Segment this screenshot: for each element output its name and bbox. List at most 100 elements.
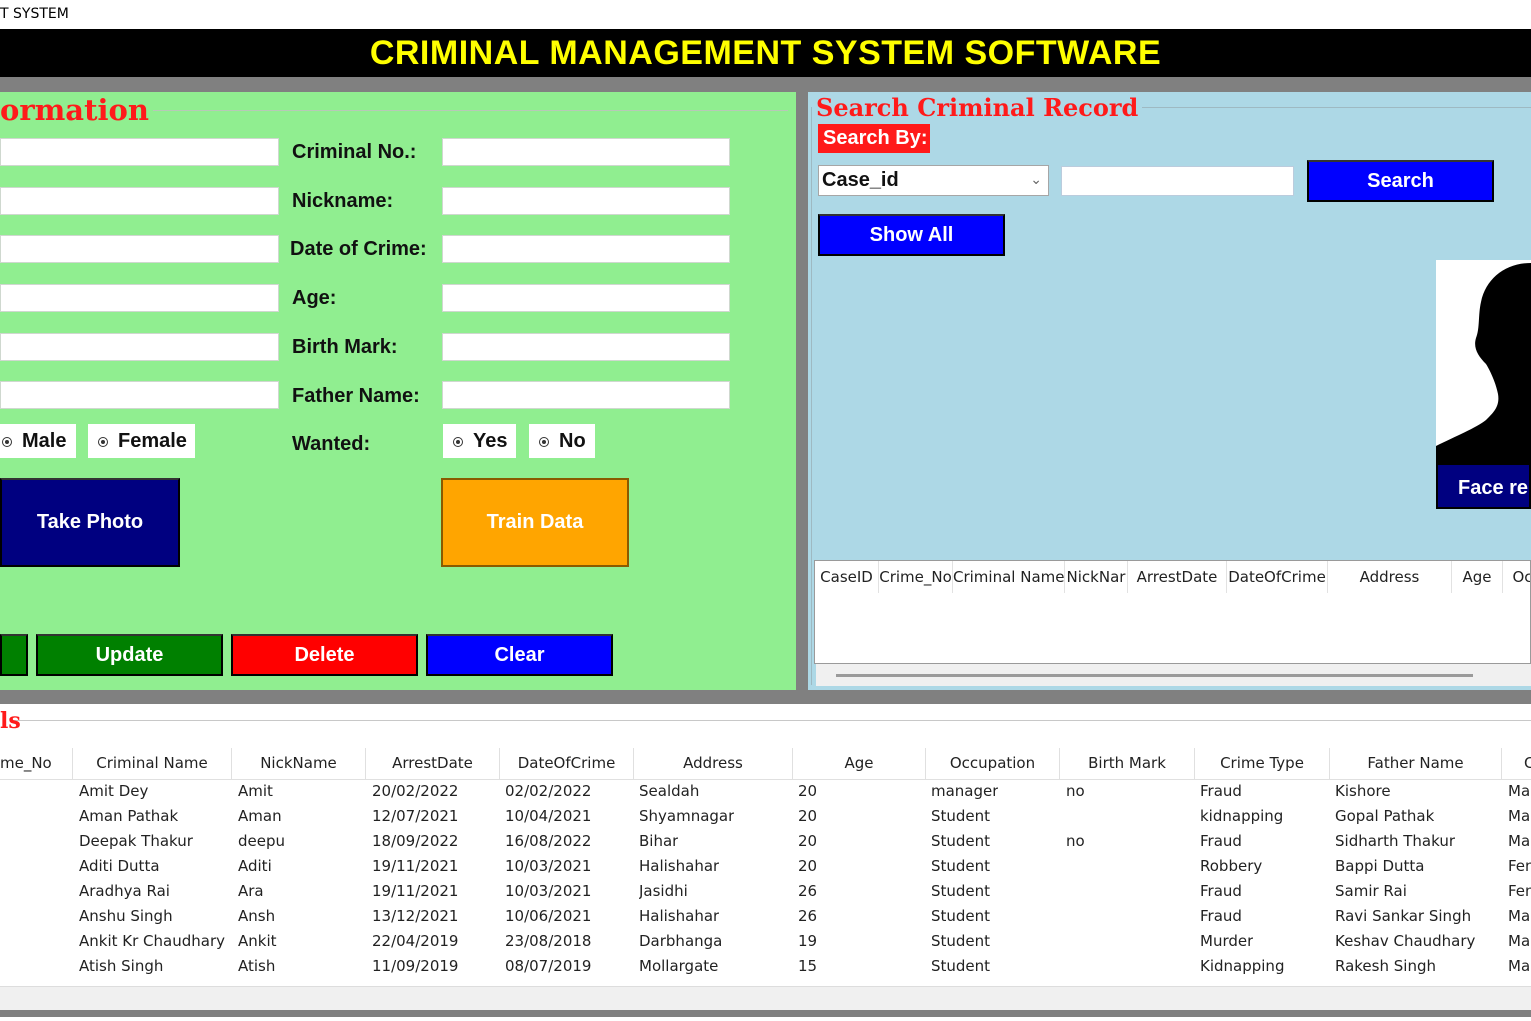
column-header[interactable]: Father Name (1330, 748, 1502, 779)
table-row[interactable]: Aman Pathak Aman 12/07/2021 10/04/2021 Shyam… (0, 804, 1531, 829)
table-cell: 02/02/2022 (505, 782, 592, 800)
table-cell: Amit Dey (79, 782, 149, 800)
table-cell: Aman Pathak (79, 807, 179, 825)
column-header[interactable]: Crime Type (1195, 748, 1330, 779)
column-header[interactable]: Age (793, 748, 926, 779)
table-cell: Student (931, 807, 991, 825)
chevron-down-icon[interactable]: ⌄ (1030, 171, 1042, 188)
table-row[interactable]: Atish Singh Atish 11/09/2019 08/07/2019 Moll… (0, 954, 1531, 979)
wanted-yes-radio[interactable]: Yes (443, 424, 516, 458)
column-header[interactable]: me_No (0, 748, 73, 779)
crime-type-input[interactable] (0, 381, 279, 409)
birth-mark-input[interactable] (442, 333, 730, 361)
table-cell: no (1066, 832, 1085, 850)
search-input[interactable] (1061, 166, 1294, 196)
table-cell: no (1066, 782, 1085, 800)
save-button[interactable] (0, 634, 28, 676)
gender-male-radio[interactable]: Male (0, 424, 76, 458)
table-cell: 10/06/2021 (505, 907, 592, 925)
age-input[interactable] (442, 284, 730, 312)
info-panel-legend: ormation (0, 92, 153, 128)
column-header[interactable]: Crime_No (879, 561, 953, 593)
column-header[interactable]: Criminal Name (953, 561, 1065, 593)
details-table-scrollbar[interactable] (0, 986, 1531, 1010)
details-panel-border (14, 720, 1531, 721)
column-header[interactable]: Oc (1503, 561, 1530, 593)
column-header[interactable]: ArrestDate (366, 748, 500, 779)
table-row[interactable]: Amit Dey Amit 20/02/2022 02/02/2022 Sealdah 2… (0, 779, 1531, 804)
table-cell: deepu (238, 832, 286, 850)
face-recognition-button[interactable]: Face re (1436, 463, 1531, 509)
table-cell: 11/09/2019 (372, 957, 459, 975)
train-data-button[interactable]: Train Data (441, 478, 629, 567)
wanted-no-radio[interactable]: No (529, 424, 595, 458)
table-cell: 10/03/2021 (505, 882, 592, 900)
search-panel-legend: Search Criminal Record (816, 92, 1143, 124)
column-header[interactable]: Criminal Name (73, 748, 232, 779)
column-header[interactable]: DateOfCrime (1227, 561, 1328, 593)
table-cell: Mal (1508, 932, 1531, 950)
table-cell: Mal (1508, 907, 1531, 925)
column-header[interactable]: Address (1328, 561, 1452, 593)
delete-button[interactable]: Delete (231, 634, 418, 676)
person-silhouette-icon (1436, 263, 1531, 470)
table-row[interactable]: Anshu Singh Ansh 13/12/2021 10/06/2021 Halis… (0, 904, 1531, 929)
column-header[interactable]: C (1502, 748, 1531, 779)
criminal-no-label: Criminal No.: (292, 141, 417, 163)
table-cell: 19/11/2021 (372, 882, 459, 900)
search-table-scrollbar[interactable] (816, 664, 1531, 686)
criminal-name-input[interactable] (0, 187, 279, 215)
table-cell: 26 (798, 907, 818, 925)
search-by-combobox[interactable]: Case_id ⌄ (818, 165, 1049, 196)
table-cell: Sealdah (639, 782, 700, 800)
table-cell: Amit (238, 782, 273, 800)
radio-indicator-icon (453, 437, 463, 447)
table-cell: manager (931, 782, 999, 800)
table-row[interactable]: Aradhya Rai Ara 19/11/2021 10/03/2021 Jasidh… (0, 879, 1531, 904)
table-cell: Student (931, 882, 991, 900)
column-header[interactable]: Age (1452, 561, 1503, 593)
occupation-input[interactable] (0, 333, 279, 361)
table-cell: Halishahar (639, 907, 720, 925)
scrollbar-thumb[interactable] (836, 674, 1473, 677)
female-label: Female (118, 430, 187, 452)
table-cell: 20 (798, 857, 818, 875)
column-header[interactable]: NickName (232, 748, 366, 779)
gender-female-radio[interactable]: Female (88, 424, 195, 458)
table-cell: Anshu Singh (79, 907, 173, 925)
table-cell: Student (931, 832, 991, 850)
arrest-date-input[interactable] (0, 235, 279, 263)
table-row[interactable]: Aditi Dutta Aditi 19/11/2021 10/03/2021 Hali… (0, 854, 1531, 879)
nickname-input[interactable] (442, 187, 730, 215)
window-title: T SYSTEM (0, 6, 69, 22)
search-results-table[interactable]: CaseID Crime_No Criminal Name NickNar Ar… (814, 560, 1531, 664)
table-cell: Atish Singh (79, 957, 164, 975)
take-photo-button[interactable]: Take Photo (0, 478, 180, 567)
column-header[interactable]: ArrestDate (1128, 561, 1227, 593)
column-header[interactable]: CaseID (815, 561, 879, 593)
date-of-crime-input[interactable] (442, 235, 730, 263)
column-header[interactable]: Address (634, 748, 793, 779)
column-header[interactable]: Birth Mark (1060, 748, 1195, 779)
table-cell: 26 (798, 882, 818, 900)
case-id-input[interactable] (0, 138, 279, 166)
birth-mark-label: Birth Mark: (292, 336, 398, 358)
column-header[interactable]: NickNar (1065, 561, 1128, 593)
date-of-crime-label: Date of Crime: (290, 238, 427, 260)
table-cell: Rakesh Singh (1335, 957, 1436, 975)
update-button[interactable]: Update (36, 634, 223, 676)
table-cell: Mal (1508, 832, 1531, 850)
table-row[interactable]: Deepak Thakur deepu 18/09/2022 16/08/2022 Bi… (0, 829, 1531, 854)
column-header[interactable]: DateOfCrime (500, 748, 634, 779)
yes-label: Yes (473, 430, 508, 452)
table-cell: Ara (238, 882, 264, 900)
clear-button[interactable]: Clear (426, 634, 613, 676)
search-button[interactable]: Search (1307, 160, 1494, 202)
show-all-button[interactable]: Show All (818, 214, 1005, 256)
address-input[interactable] (0, 284, 279, 312)
column-header[interactable]: Occupation (926, 748, 1060, 779)
criminal-no-input[interactable] (442, 138, 730, 166)
father-name-input[interactable] (442, 381, 730, 409)
table-row[interactable]: Ankit Kr Chaudhary Ankit 22/04/2019 23/08/2… (0, 929, 1531, 954)
table-cell: Fraud (1200, 782, 1242, 800)
